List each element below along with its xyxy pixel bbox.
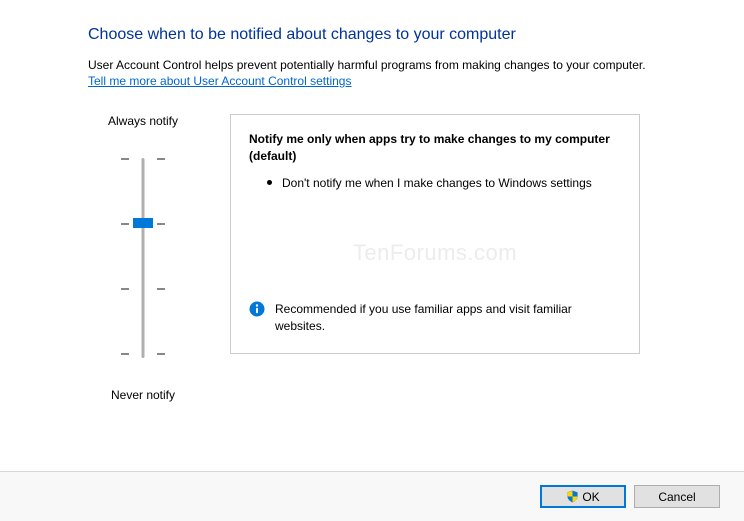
description-text: User Account Control helps prevent poten… — [88, 58, 744, 72]
shield-icon — [566, 490, 579, 503]
bullet-icon — [267, 180, 272, 185]
recommendation-text: Recommended if you use familiar apps and… — [275, 301, 621, 335]
dialog-footer: OK Cancel — [0, 471, 744, 521]
info-bullet-text: Don't notify me when I make changes to W… — [282, 175, 592, 192]
slider-thumb[interactable] — [133, 218, 153, 228]
slider-label-always: Always notify — [108, 114, 178, 128]
info-heading: Notify me only when apps try to make cha… — [249, 131, 621, 165]
info-icon — [249, 301, 265, 317]
cancel-button-label: Cancel — [658, 490, 695, 504]
page-title: Choose when to be notified about changes… — [88, 26, 744, 44]
cancel-button[interactable]: Cancel — [634, 485, 720, 508]
learn-more-link[interactable]: Tell me more about User Account Control … — [88, 74, 351, 88]
ok-button-label: OK — [582, 490, 599, 504]
info-panel: Notify me only when apps try to make cha… — [230, 114, 640, 354]
slider-track[interactable] — [113, 138, 173, 378]
ok-button[interactable]: OK — [540, 485, 626, 508]
notification-slider[interactable]: Always notify Never notify — [88, 114, 198, 402]
watermark-text: TenForums.com — [353, 240, 517, 266]
slider-label-never: Never notify — [111, 388, 175, 402]
